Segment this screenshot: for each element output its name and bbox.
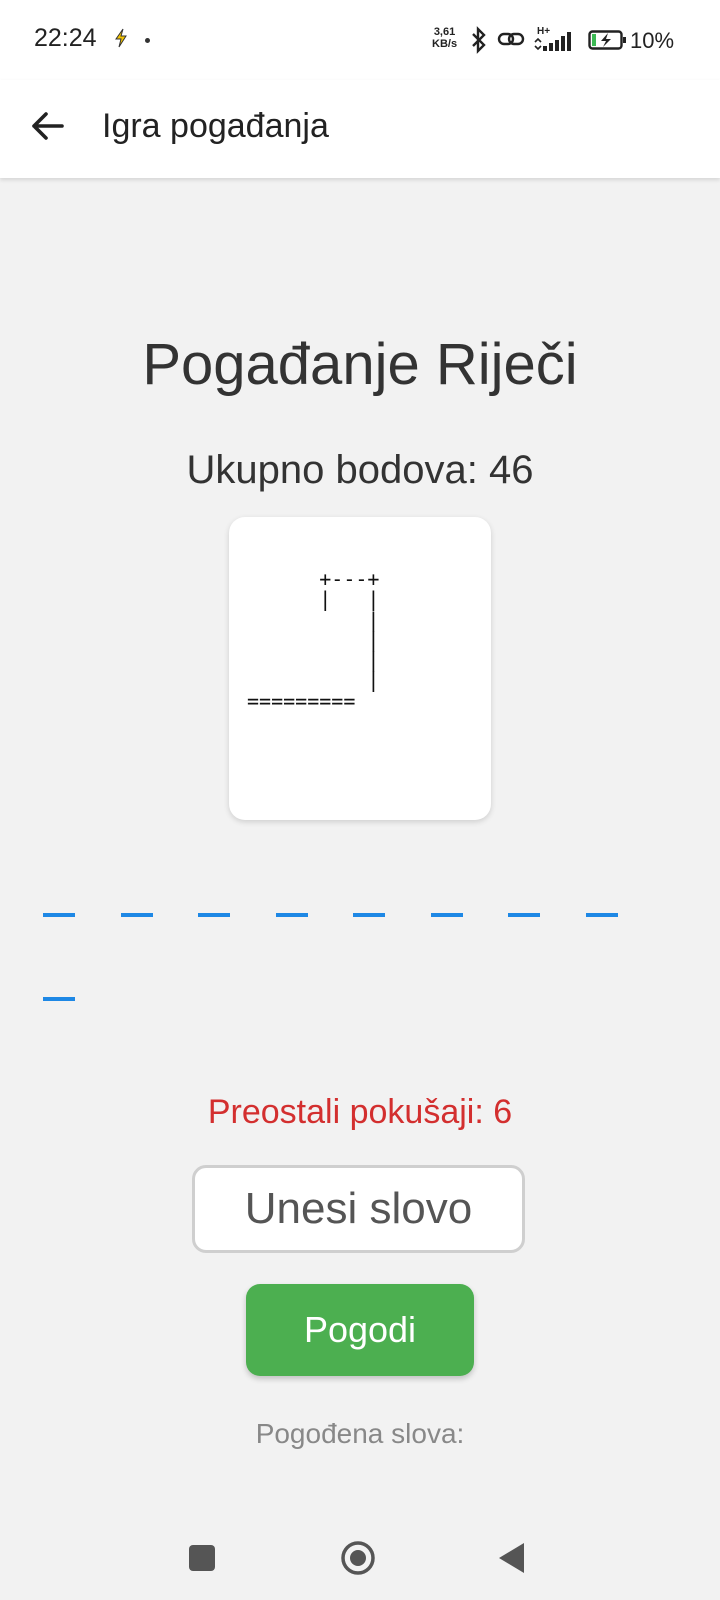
circle-home-icon[interactable] bbox=[340, 1540, 376, 1576]
network-speed: 3,61 KB/s bbox=[432, 26, 457, 50]
letter-slot bbox=[585, 913, 618, 917]
remaining-attempts: Preostali pokušaji: 6 bbox=[207, 1093, 513, 1131]
letter-slot bbox=[353, 913, 385, 917]
letter-slot bbox=[198, 913, 230, 917]
status-bar: 22:24 3,61 KB/s H+ 10% bbox=[0, 0, 720, 80]
status-time: 22:24 bbox=[34, 24, 97, 52]
hangman-drawing: +---+ | | | | | | ========= bbox=[247, 567, 380, 713]
network-speed-unit: KB/s bbox=[432, 38, 458, 50]
bluetooth-icon bbox=[472, 26, 486, 54]
letter-slot bbox=[120, 913, 153, 917]
letter-slot bbox=[430, 913, 463, 917]
back-arrow-icon[interactable] bbox=[26, 102, 74, 150]
guessed-letters-label: Pogođena slova: bbox=[255, 1418, 465, 1449]
letter-slot bbox=[43, 913, 75, 917]
letter-slot bbox=[43, 997, 75, 1001]
guess-button[interactable]: Pogodi bbox=[246, 1284, 474, 1376]
word-letter-slots bbox=[0, 900, 720, 1040]
game-title: Pogađanje Riječi bbox=[142, 332, 578, 397]
square-recents-icon[interactable] bbox=[189, 1545, 215, 1571]
notification-dot-icon bbox=[145, 38, 150, 43]
letter-input[interactable] bbox=[192, 1165, 525, 1253]
flash-icon bbox=[115, 28, 127, 48]
battery-level: 10% bbox=[630, 28, 675, 53]
triangle-back-icon[interactable] bbox=[497, 1541, 527, 1575]
app-bar: Igra pogađanja bbox=[0, 80, 720, 178]
letter-slot bbox=[508, 913, 540, 917]
app-bar-title: Igra pogađanja bbox=[102, 107, 329, 145]
hangman-card: +---+ | | | | | | ========= bbox=[229, 517, 491, 820]
network-speed-value: 3,61 bbox=[433, 26, 456, 38]
battery-icon bbox=[588, 30, 626, 50]
letter-slot bbox=[275, 913, 308, 917]
signal-icon bbox=[534, 32, 571, 51]
link-icon bbox=[497, 32, 525, 46]
total-score: Ukupno bodova: 46 bbox=[186, 448, 534, 492]
